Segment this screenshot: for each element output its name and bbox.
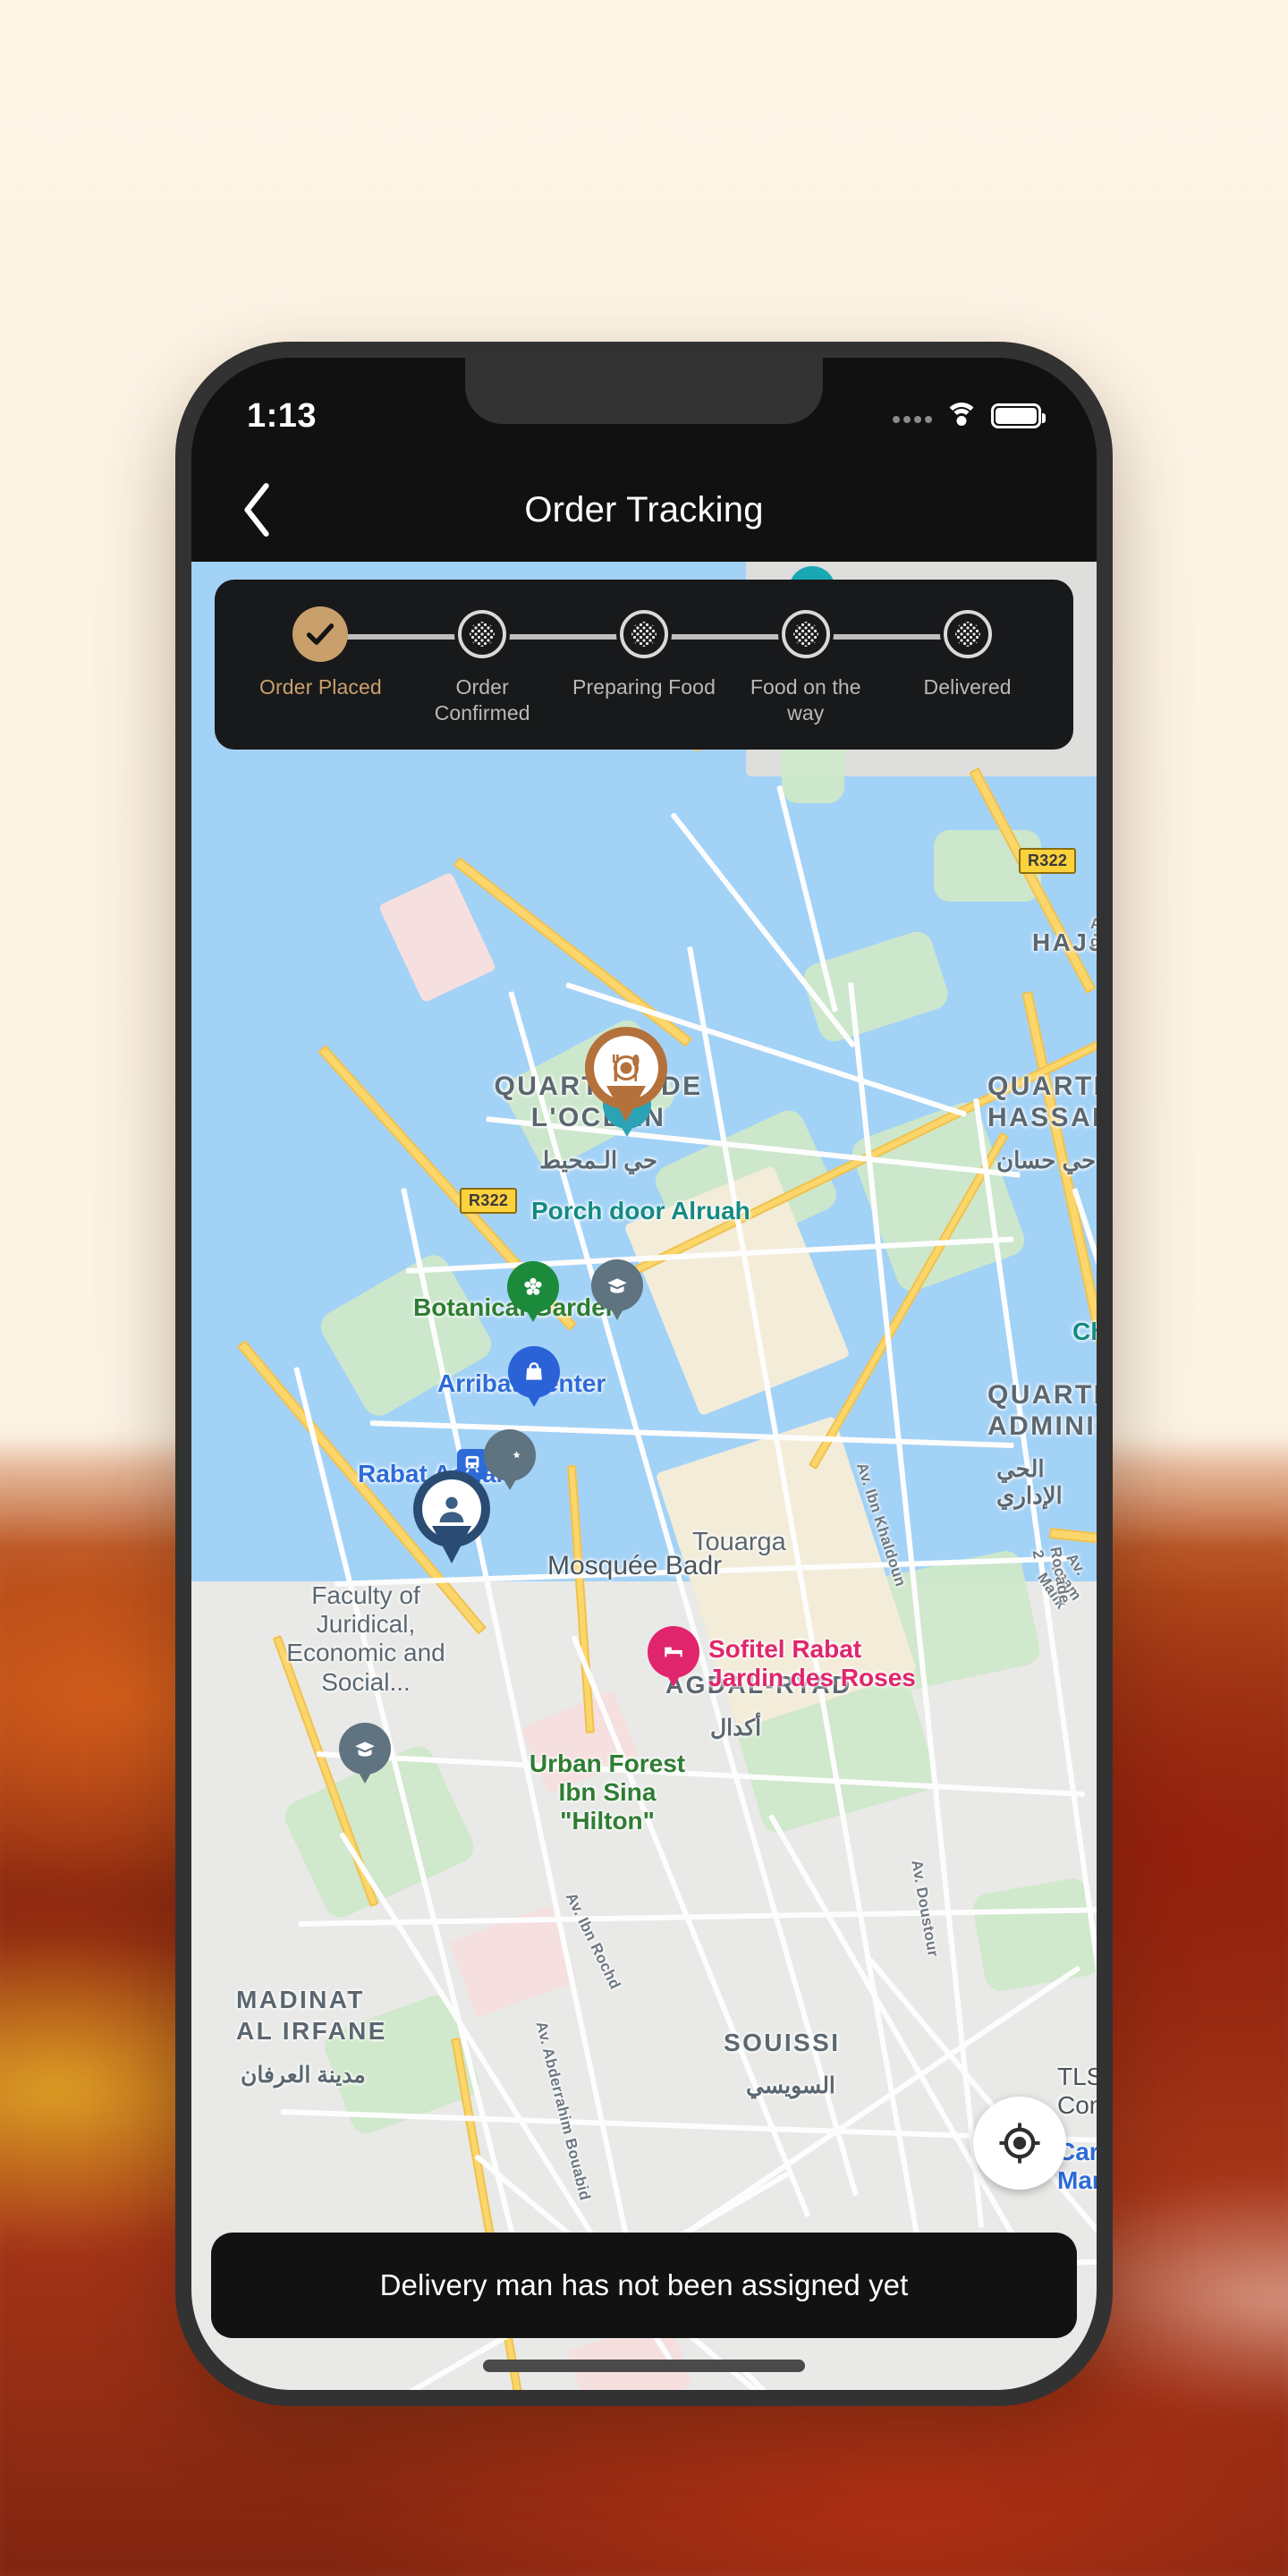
step-preparing-food[interactable]: Preparing Food — [564, 606, 725, 726]
map-area-label-native: السويسي — [746, 2073, 835, 2098]
poi-label-mosquee-badr[interactable]: Mosquée Badr — [547, 1551, 722, 1582]
park-patch — [970, 1876, 1097, 1994]
app-header: Order Tracking — [191, 458, 1097, 562]
status-toast: Delivery man has not been assigned yet — [211, 2233, 1077, 2338]
hospital-pin[interactable] — [191, 2351, 224, 2390]
hotel-bed-icon — [665, 1647, 682, 1657]
school-pin[interactable] — [339, 1723, 391, 1775]
my-location-crosshair-icon — [999, 2123, 1040, 2164]
map-area-label: MADINAT AL IRFANE — [236, 1986, 387, 2045]
wifi-icon — [945, 402, 979, 429]
order-progress-card: Order Placed Order Confirmed Preparing F… — [215, 580, 1073, 750]
map-area-label-native: أكدال — [710, 1716, 762, 1741]
step-label: Order Placed — [259, 675, 382, 699]
step-indicator-pending — [777, 606, 834, 662]
signal-dots-icon — [893, 409, 932, 423]
map-area-label-native: حي حسان — [996, 1147, 1097, 1174]
poi-label-tls-contact[interactable]: TLS Contact — [1057, 2063, 1097, 2120]
step-order-confirmed[interactable]: Order Confirmed — [402, 606, 564, 726]
map-area-label-native: الحي الإداري — [996, 1455, 1063, 1509]
poi-label-porch-door-alruah[interactable]: Porch door Alruah — [531, 1197, 750, 1225]
phone-frame: R322 R322 R401 P4014 P4017 HAJJA QUARTIE… — [175, 342, 1113, 2406]
park-pin[interactable] — [507, 1261, 559, 1313]
poi-label-sofitel-rabat[interactable]: Sofitel Rabat Jardin des Roses — [708, 1635, 916, 1692]
road-shield: R322 — [460, 1188, 518, 1214]
dotted-circle-icon — [458, 610, 507, 658]
restaurant-pin[interactable] — [585, 1027, 667, 1109]
map-street-label: Av. Doustour — [908, 1859, 943, 1959]
step-order-placed[interactable]: Order Placed — [240, 606, 402, 726]
dotted-circle-icon — [943, 610, 992, 658]
flower-icon — [524, 1277, 542, 1295]
phone-notch — [465, 358, 823, 424]
step-label: Order Confirmed — [434, 675, 530, 724]
home-indicator[interactable] — [483, 2360, 805, 2372]
shopping-pin[interactable] — [508, 1346, 560, 1398]
school-pin[interactable] — [591, 1259, 643, 1311]
map-area-label: QUARTIER HASSAN — [987, 1072, 1097, 1132]
phone-screen: R322 R322 R401 P4014 P4017 HAJJA QUARTIE… — [191, 358, 1097, 2390]
current-user-location-pin[interactable] — [413, 1470, 490, 1547]
step-label: Preparing Food — [572, 675, 716, 699]
restaurant-cutlery-icon — [613, 1055, 640, 1081]
check-icon — [307, 623, 335, 645]
page-title: Order Tracking — [524, 489, 764, 530]
poi-label-faculty[interactable]: Faculty of Juridical, Economic and Socia… — [263, 1581, 469, 1697]
step-indicator-pending — [615, 606, 672, 662]
map-area-label-native: حي الـمحيط — [538, 1147, 658, 1174]
step-label: Food on the way — [750, 675, 861, 724]
shopping-bag-icon — [526, 1362, 542, 1380]
road-shield: R322 — [1019, 848, 1077, 874]
map-area-label: QUARTIER ADMINISTRATIF — [987, 1380, 1097, 1441]
order-progress-steps: Order Placed Order Confirmed Preparing F… — [240, 606, 1048, 726]
crescent-star-icon — [504, 1446, 521, 1464]
step-delivered[interactable]: Delivered — [886, 606, 1048, 726]
hospital-cross-icon — [191, 2369, 205, 2384]
chevron-left-icon — [244, 483, 269, 537]
graduation-cap-icon — [355, 1741, 375, 1757]
person-icon — [439, 1496, 464, 1522]
step-indicator-done — [292, 606, 349, 662]
step-label: Delivered — [923, 675, 1012, 699]
status-toast-message: Delivery man has not been assigned yet — [379, 2268, 909, 2301]
step-food-on-the-way[interactable]: Food on the way — [724, 606, 886, 726]
back-button[interactable] — [225, 478, 290, 542]
map-area-label-native: مدينة العرفان — [241, 2063, 366, 2088]
mosque-pin[interactable] — [484, 1429, 536, 1481]
poi-label-chellah[interactable]: Chellah — [1072, 1318, 1097, 1346]
map-area-label: HAJJA — [1032, 928, 1097, 956]
map-street-label: Av. d — [1090, 915, 1097, 950]
hotel-pin[interactable] — [648, 1626, 699, 1678]
status-bar-indicators — [893, 402, 1046, 429]
status-bar-clock: 1:13 — [247, 396, 318, 435]
step-indicator-pending — [454, 606, 511, 662]
my-location-button[interactable] — [973, 2097, 1066, 2190]
poi-label-urban-forest[interactable]: Urban Forest Ibn Sina "Hilton" — [496, 1750, 719, 1836]
dotted-circle-icon — [619, 610, 668, 658]
battery-full-icon — [991, 403, 1046, 428]
step-indicator-pending — [939, 606, 996, 662]
dotted-circle-icon — [781, 610, 830, 658]
graduation-cap-icon — [607, 1278, 627, 1293]
map-area-label: SOUISSI — [724, 2029, 841, 2056]
map-canvas[interactable]: R322 R322 R401 P4014 P4017 HAJJA QUARTIE… — [191, 562, 1097, 2390]
